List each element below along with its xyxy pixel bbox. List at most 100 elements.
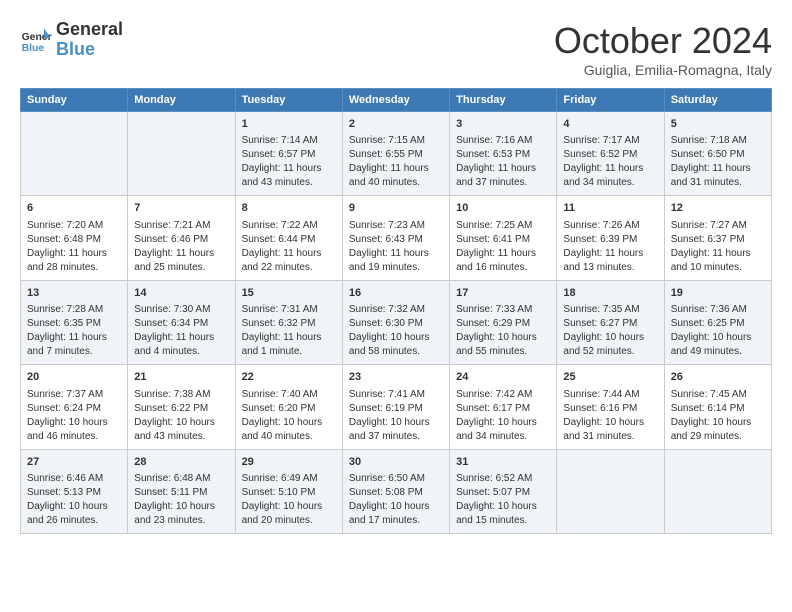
weekday-header-tuesday: Tuesday <box>235 89 342 112</box>
calendar-week-4: 20 Sunrise: 7:37 AM Sunset: 6:24 PM Dayli… <box>21 365 772 449</box>
calendar-cell: 3 Sunrise: 7:16 AM Sunset: 6:53 PM Daylig… <box>450 112 557 196</box>
day-info: Sunrise: 7:35 AM Sunset: 6:27 PM Dayligh… <box>563 303 657 359</box>
day-info: Sunrise: 7:26 AM Sunset: 6:39 PM Dayligh… <box>563 219 657 275</box>
day-info: Sunrise: 7:30 AM Sunset: 6:34 PM Dayligh… <box>134 303 228 359</box>
calendar-cell: 15 Sunrise: 7:31 AM Sunset: 6:32 PM Dayli… <box>235 280 342 364</box>
calendar-cell: 18 Sunrise: 7:35 AM Sunset: 6:27 PM Dayli… <box>557 280 664 364</box>
day-number: 21 <box>134 370 228 385</box>
day-info: Sunrise: 7:22 AM Sunset: 6:44 PM Dayligh… <box>242 219 336 275</box>
day-number: 9 <box>349 201 443 216</box>
day-info: Sunrise: 7:15 AM Sunset: 6:55 PM Dayligh… <box>349 134 443 190</box>
day-info: Sunrise: 7:42 AM Sunset: 6:17 PM Dayligh… <box>456 388 550 444</box>
calendar-cell: 11 Sunrise: 7:26 AM Sunset: 6:39 PM Dayli… <box>557 196 664 280</box>
calendar-cell: 4 Sunrise: 7:17 AM Sunset: 6:52 PM Daylig… <box>557 112 664 196</box>
day-info: Sunrise: 7:20 AM Sunset: 6:48 PM Dayligh… <box>27 219 121 275</box>
weekday-header-row: SundayMondayTuesdayWednesdayThursdayFrid… <box>21 89 772 112</box>
day-info: Sunrise: 7:37 AM Sunset: 6:24 PM Dayligh… <box>27 388 121 444</box>
day-number: 25 <box>563 370 657 385</box>
day-number: 15 <box>242 286 336 301</box>
calendar-cell: 2 Sunrise: 7:15 AM Sunset: 6:55 PM Daylig… <box>342 112 449 196</box>
day-number: 3 <box>456 117 550 132</box>
day-info: Sunrise: 7:16 AM Sunset: 6:53 PM Dayligh… <box>456 134 550 190</box>
calendar-cell: 17Sunrise: 7:33 AM Sunset: 6:29 PM Dayli… <box>450 280 557 364</box>
calendar-cell: 12 Sunrise: 7:27 AM Sunset: 6:37 PM Dayli… <box>664 196 771 280</box>
logo-icon: General Blue <box>20 24 52 56</box>
day-info: Sunrise: 7:32 AM Sunset: 6:30 PM Dayligh… <box>349 303 443 359</box>
logo-text: General Blue <box>56 20 123 60</box>
weekday-header-saturday: Saturday <box>664 89 771 112</box>
calendar-cell: 1 Sunrise: 7:14 AM Sunset: 6:57 PM Daylig… <box>235 112 342 196</box>
calendar-cell: 8 Sunrise: 7:22 AM Sunset: 6:44 PM Daylig… <box>235 196 342 280</box>
day-info: Sunrise: 7:23 AM Sunset: 6:43 PM Dayligh… <box>349 219 443 275</box>
day-info: Sunrise: 7:31 AM Sunset: 6:32 PM Dayligh… <box>242 303 336 359</box>
calendar-cell: 20 Sunrise: 7:37 AM Sunset: 6:24 PM Dayli… <box>21 365 128 449</box>
calendar-cell: 28Sunrise: 6:48 AM Sunset: 5:11 PM Dayli… <box>128 449 235 533</box>
day-info: Sunrise: 7:40 AM Sunset: 6:20 PM Dayligh… <box>242 388 336 444</box>
day-number: 12 <box>671 201 765 216</box>
day-info: Sunrise: 7:18 AM Sunset: 6:50 PM Dayligh… <box>671 134 765 190</box>
day-number: 8 <box>242 201 336 216</box>
calendar-cell: 30 Sunrise: 6:50 AM Sunset: 5:08 PM Dayli… <box>342 449 449 533</box>
day-number: 14 <box>134 286 228 301</box>
day-info: Sunrise: 6:50 AM Sunset: 5:08 PM Dayligh… <box>349 472 443 528</box>
day-number: 2 <box>349 117 443 132</box>
calendar-week-3: 13 Sunrise: 7:28 AM Sunset: 6:35 PM Dayli… <box>21 280 772 364</box>
day-info: Sunrise: 7:38 AM Sunset: 6:22 PM Dayligh… <box>134 388 228 444</box>
calendar-table: SundayMondayTuesdayWednesdayThursdayFrid… <box>20 88 772 534</box>
calendar-week-1: 1 Sunrise: 7:14 AM Sunset: 6:57 PM Daylig… <box>21 112 772 196</box>
day-number: 30 <box>349 455 443 470</box>
day-number: 18 <box>563 286 657 301</box>
calendar-cell: 23Sunrise: 7:41 AM Sunset: 6:19 PM Dayli… <box>342 365 449 449</box>
weekday-header-friday: Friday <box>557 89 664 112</box>
calendar-cell: 10Sunrise: 7:25 AM Sunset: 6:41 PM Dayli… <box>450 196 557 280</box>
calendar-cell: 16 Sunrise: 7:32 AM Sunset: 6:30 PM Dayli… <box>342 280 449 364</box>
day-info: Sunrise: 7:25 AM Sunset: 6:41 PM Dayligh… <box>456 219 550 275</box>
weekday-header-monday: Monday <box>128 89 235 112</box>
day-info: Sunrise: 7:14 AM Sunset: 6:57 PM Dayligh… <box>242 134 336 190</box>
day-info: Sunrise: 6:46 AM Sunset: 5:13 PM Dayligh… <box>27 472 121 528</box>
month-title: October 2024 <box>554 20 772 62</box>
day-number: 7 <box>134 201 228 216</box>
day-info: Sunrise: 6:52 AM Sunset: 5:07 PM Dayligh… <box>456 472 550 528</box>
weekday-header-sunday: Sunday <box>21 89 128 112</box>
location: Guiglia, Emilia-Romagna, Italy <box>554 62 772 78</box>
logo-line1: General <box>56 20 123 40</box>
calendar-cell: 21 Sunrise: 7:38 AM Sunset: 6:22 PM Dayli… <box>128 365 235 449</box>
calendar-cell: 24Sunrise: 7:42 AM Sunset: 6:17 PM Dayli… <box>450 365 557 449</box>
day-number: 16 <box>349 286 443 301</box>
day-number: 28 <box>134 455 228 470</box>
day-number: 20 <box>27 370 121 385</box>
title-block: October 2024 Guiglia, Emilia-Romagna, It… <box>554 20 772 78</box>
calendar-week-2: 6 Sunrise: 7:20 AM Sunset: 6:48 PM Daylig… <box>21 196 772 280</box>
day-info: Sunrise: 7:28 AM Sunset: 6:35 PM Dayligh… <box>27 303 121 359</box>
page-header: General Blue General Blue October 2024 G… <box>20 20 772 78</box>
day-number: 11 <box>563 201 657 216</box>
day-info: Sunrise: 7:27 AM Sunset: 6:37 PM Dayligh… <box>671 219 765 275</box>
calendar-cell: 9 Sunrise: 7:23 AM Sunset: 6:43 PM Daylig… <box>342 196 449 280</box>
day-number: 1 <box>242 117 336 132</box>
calendar-cell: 6 Sunrise: 7:20 AM Sunset: 6:48 PM Daylig… <box>21 196 128 280</box>
day-info: Sunrise: 7:45 AM Sunset: 6:14 PM Dayligh… <box>671 388 765 444</box>
calendar-week-5: 27Sunrise: 6:46 AM Sunset: 5:13 PM Dayli… <box>21 449 772 533</box>
day-info: Sunrise: 7:17 AM Sunset: 6:52 PM Dayligh… <box>563 134 657 190</box>
day-info: Sunrise: 7:44 AM Sunset: 6:16 PM Dayligh… <box>563 388 657 444</box>
weekday-header-wednesday: Wednesday <box>342 89 449 112</box>
day-number: 13 <box>27 286 121 301</box>
day-number: 4 <box>563 117 657 132</box>
calendar-cell <box>21 112 128 196</box>
day-number: 6 <box>27 201 121 216</box>
calendar-cell <box>664 449 771 533</box>
calendar-cell: 22Sunrise: 7:40 AM Sunset: 6:20 PM Dayli… <box>235 365 342 449</box>
day-number: 31 <box>456 455 550 470</box>
calendar-cell <box>557 449 664 533</box>
calendar-cell: 27Sunrise: 6:46 AM Sunset: 5:13 PM Dayli… <box>21 449 128 533</box>
calendar-cell: 13 Sunrise: 7:28 AM Sunset: 6:35 PM Dayli… <box>21 280 128 364</box>
day-info: Sunrise: 7:36 AM Sunset: 6:25 PM Dayligh… <box>671 303 765 359</box>
calendar-cell: 5Sunrise: 7:18 AM Sunset: 6:50 PM Daylig… <box>664 112 771 196</box>
day-number: 26 <box>671 370 765 385</box>
svg-text:Blue: Blue <box>22 43 45 54</box>
day-number: 19 <box>671 286 765 301</box>
calendar-cell <box>128 112 235 196</box>
day-info: Sunrise: 6:49 AM Sunset: 5:10 PM Dayligh… <box>242 472 336 528</box>
calendar-cell: 19 Sunrise: 7:36 AM Sunset: 6:25 PM Dayli… <box>664 280 771 364</box>
